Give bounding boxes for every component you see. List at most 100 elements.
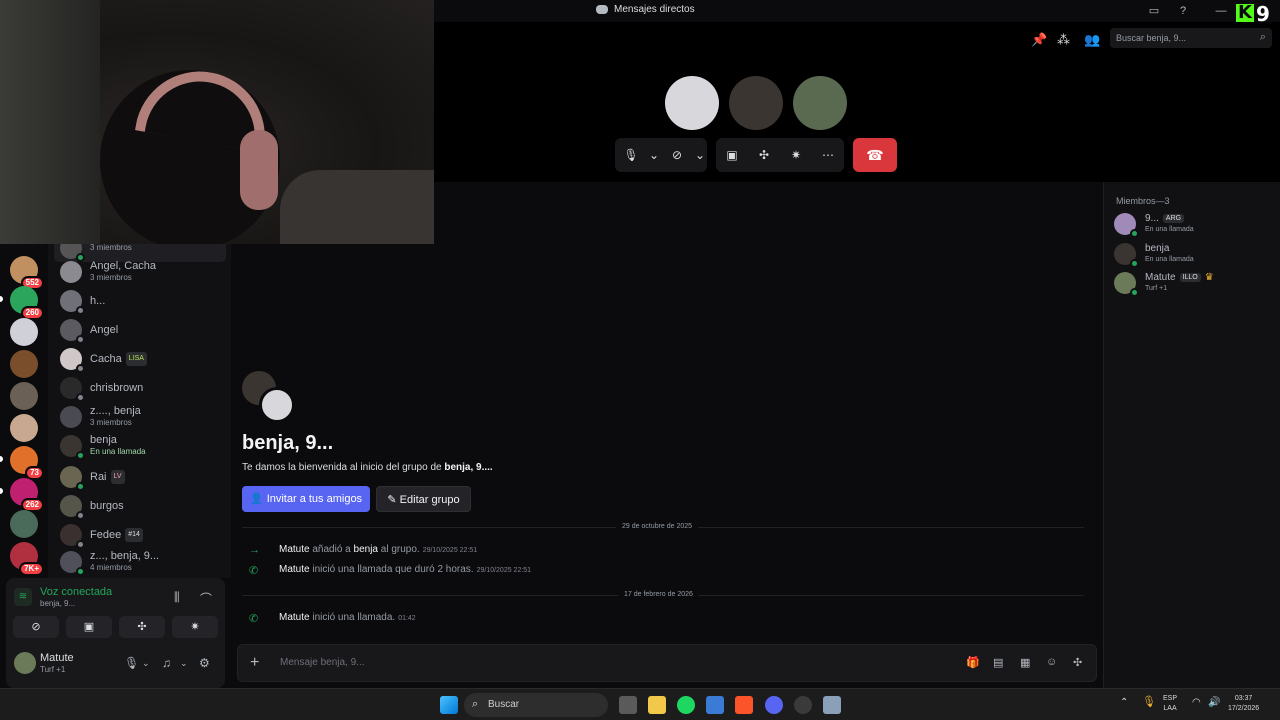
camera-off-button[interactable]: ⊘ — [13, 616, 59, 638]
clock[interactable]: 03:37 17/2/2026 — [1228, 694, 1259, 714]
microphone-icon[interactable]: 🎙 — [1142, 697, 1156, 708]
server-icon[interactable]: 7K+ — [10, 542, 44, 576]
member-item[interactable]: 9... ARG En una llamada — [1114, 213, 1274, 239]
server-icon[interactable] — [10, 414, 38, 442]
brave-icon[interactable] — [735, 696, 753, 714]
audio-video-controls: 🎙 ⌄ ⊘ ⌄ — [615, 138, 707, 172]
dm-item[interactable]: burgos — [54, 492, 226, 520]
more-icon[interactable]: ⋯ — [812, 138, 844, 172]
minimize-button[interactable]: — — [1213, 3, 1229, 19]
emoji-icon[interactable]: ☺ — [1046, 656, 1057, 668]
dm-item[interactable]: Fedee #14 — [54, 521, 226, 549]
window-title: Mensajes directos — [596, 4, 695, 15]
chevron-down-icon[interactable]: ⌄ — [180, 658, 188, 669]
spotify-icon[interactable] — [677, 696, 695, 714]
settings-icon[interactable] — [823, 696, 841, 714]
server-icon[interactable] — [10, 510, 38, 538]
gift-icon[interactable]: 🎁 — [966, 656, 980, 669]
avatar — [60, 261, 82, 283]
plus-icon[interactable]: + — [250, 654, 259, 672]
dm-item[interactable]: Angel — [54, 316, 226, 344]
dm-item[interactable]: Cacha LISA — [54, 345, 226, 373]
date-label: 17 de febrero de 2026 — [618, 591, 699, 598]
chevron-down-icon[interactable]: ⌄ — [693, 138, 707, 172]
search-icon: ⌕ — [1259, 31, 1266, 43]
avatar — [60, 551, 85, 576]
system-message: Matute añadió a benja al grupo. 29/10/202… — [279, 544, 478, 555]
apps-icon[interactable]: ✣ — [1073, 656, 1082, 669]
server-icon[interactable] — [10, 350, 38, 378]
edit-group-button[interactable]: ✎ Editar grupo — [376, 486, 471, 512]
call-avatar[interactable] — [793, 76, 847, 130]
microphone-icon[interactable]: 🎙 — [124, 656, 139, 670]
member-item[interactable]: Matute ILLO ♛ Turf +1 — [1114, 272, 1274, 298]
task-view-icon[interactable] — [619, 696, 637, 714]
sticker-icon[interactable]: ▦ — [1020, 656, 1030, 669]
group-title: benja, 9... — [242, 432, 334, 454]
effects-icon[interactable]: ✷ — [780, 138, 812, 172]
server-icon[interactable]: 262 — [10, 478, 44, 512]
chevron-down-icon[interactable]: ⌄ — [142, 658, 150, 669]
server-icon[interactable]: 260 — [10, 286, 44, 320]
unread-pip — [0, 488, 3, 494]
avatar — [60, 524, 85, 549]
voice-channel[interactable]: benja, 9... — [40, 599, 75, 608]
wifi-icon[interactable]: ◠ — [1192, 698, 1201, 708]
message-input[interactable]: Mensaje benja, 9... — [280, 657, 365, 668]
chevron-up-icon[interactable]: ⌃ — [1120, 698, 1128, 708]
avatar — [1114, 272, 1139, 297]
effects-button[interactable]: ✷ — [172, 616, 218, 638]
camera-off-icon[interactable]: ⊘ — [661, 138, 693, 172]
start-icon[interactable] — [440, 696, 458, 714]
dm-item[interactable]: chrisbrown — [54, 374, 226, 402]
call-avatar[interactable] — [665, 76, 719, 130]
dm-item[interactable]: Angel, Cacha 3 miembros — [54, 258, 226, 286]
screen-share-icon[interactable]: ▣ — [716, 138, 748, 172]
taskbar-search[interactable]: ⌕ Buscar — [464, 693, 608, 717]
screen-icon[interactable]: ▭ — [1146, 3, 1162, 19]
member-item[interactable]: benja En una llamada — [1114, 243, 1274, 269]
dm-item[interactable]: benja En una llamada — [54, 432, 226, 460]
user-panel[interactable]: Matute Turf +1 🎙 ⌄ ♫ ⌄ ⚙ — [6, 648, 225, 688]
dm-item[interactable]: z...., benja 3 miembros — [54, 403, 226, 431]
voice-panel: ≋ Voz conectada benja, 9... ⫼ ⌒ ⊘ ▣ ✣ ✷ … — [6, 578, 225, 688]
chevron-down-icon[interactable]: ⌄ — [647, 138, 661, 172]
soundboard-icon[interactable]: ⫼ — [174, 590, 180, 605]
dm-item[interactable]: Rai LV — [54, 463, 226, 491]
dm-item[interactable]: z..., benja, 9... 4 miembros — [54, 548, 226, 576]
unread-pip — [0, 296, 3, 302]
language-indicator[interactable]: ESP LAA — [1163, 694, 1177, 714]
screen-share-button[interactable]: ▣ — [66, 616, 112, 638]
add-friends-icon[interactable]: ⁂ — [1057, 32, 1070, 48]
activities-button[interactable]: ✣ — [119, 616, 165, 638]
server-icon[interactable]: 73 — [10, 446, 44, 480]
server-icon[interactable] — [10, 318, 38, 346]
avatar — [60, 319, 85, 344]
store-icon[interactable] — [706, 696, 724, 714]
chat-area: benja, 9... Te damos la bienvenida al in… — [231, 182, 1103, 688]
invite-friends-button[interactable]: 👤 Invitar a tus amigos — [242, 486, 370, 512]
webcam-preview[interactable] — [0, 0, 434, 244]
headphones-icon[interactable]: ♫ — [162, 656, 171, 670]
members-icon[interactable]: 👥 — [1084, 32, 1100, 48]
activities-icon[interactable]: ✣ — [748, 138, 780, 172]
system-message: Matute inició una llamada que duró 2 hor… — [279, 564, 532, 575]
message-composer[interactable]: + Mensaje benja, 9... 🎁 ▤ ▦ ☺ ✣ — [237, 644, 1097, 682]
gif-icon[interactable]: ▤ — [993, 656, 1003, 669]
volume-icon[interactable]: 🔊 — [1208, 698, 1220, 708]
hang-up-button[interactable]: ☎ — [853, 138, 897, 172]
dm-item[interactable]: h... — [54, 287, 226, 315]
file-explorer-icon[interactable] — [648, 696, 666, 714]
search-input[interactable]: Buscar benja, 9... ⌕ — [1110, 28, 1272, 48]
steam-icon[interactable] — [794, 696, 812, 714]
server-icon[interactable] — [10, 382, 38, 410]
pin-icon[interactable]: 📌 — [1031, 32, 1047, 48]
call-avatar[interactable] — [729, 76, 783, 130]
disconnect-icon[interactable]: ⌒ — [200, 590, 212, 607]
gear-icon[interactable]: ⚙ — [199, 656, 210, 670]
phone-icon: ✆ — [249, 565, 259, 577]
discord-icon[interactable] — [765, 696, 783, 714]
microphone-icon[interactable]: 🎙 — [615, 138, 647, 172]
help-icon[interactable]: ? — [1175, 3, 1191, 19]
server-icon[interactable]: 552 — [10, 256, 44, 290]
